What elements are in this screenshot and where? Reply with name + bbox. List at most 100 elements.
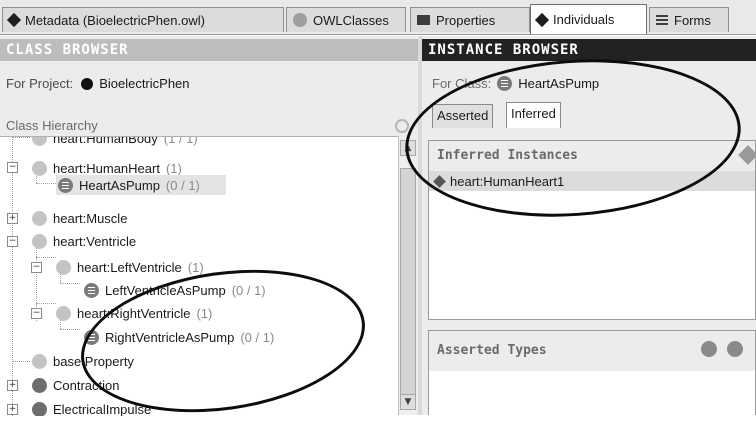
tree-guide xyxy=(36,303,56,304)
tree-guide xyxy=(36,183,56,184)
class-hierarchy-label: Class Hierarchy xyxy=(6,118,98,133)
class-icon xyxy=(32,210,47,226)
tab-owlclasses[interactable]: OWLClasses xyxy=(286,7,406,32)
tree-node-label: heart:HumanBody xyxy=(53,136,158,146)
tree-guide xyxy=(12,361,30,362)
tree-node-label: heart:Muscle xyxy=(53,210,128,226)
tree-node-label: HeartAsPump xyxy=(79,177,160,193)
defined-class-icon xyxy=(497,76,513,91)
tree-node[interactable]: heart:HumanBody (1 / 1) xyxy=(32,136,198,148)
tree-scrollbar[interactable]: ▲ ▼ xyxy=(398,136,417,415)
tree-node-count: (0 / 1) xyxy=(240,329,275,345)
individual-icon xyxy=(433,174,446,188)
defined-class-icon xyxy=(84,329,99,345)
tree-node-count: (1) xyxy=(196,305,213,321)
tree-node[interactable]: ElectricalImpulse xyxy=(32,399,151,416)
scroll-thumb[interactable] xyxy=(400,168,416,398)
tree-node[interactable]: LeftVentricleAsPump (0 / 1) xyxy=(84,280,266,300)
class-icon xyxy=(56,259,71,275)
tree-node-label: heart:HumanHeart xyxy=(53,160,160,176)
tree-node[interactable]: RightVentricleAsPump (0 / 1) xyxy=(84,327,274,347)
tab-label: OWLClasses xyxy=(313,12,389,28)
tab-individuals[interactable]: Individuals xyxy=(530,4,647,34)
tree-node[interactable]: base:Property xyxy=(32,351,134,371)
tree-node-label: base:Property xyxy=(53,353,134,369)
class-icon xyxy=(32,353,47,369)
tree-node[interactable]: heart:LeftVentricle (1) xyxy=(56,257,204,277)
tab-label: Metadata (BioelectricPhen.owl) xyxy=(25,12,205,28)
diamond-icon xyxy=(534,12,550,27)
tab-label: Properties xyxy=(436,12,496,28)
class-icon xyxy=(56,305,71,321)
tree-node[interactable]: heart:Ventricle xyxy=(32,231,136,251)
tree-node-label: heart:RightVentricle xyxy=(77,305,191,321)
class-tree[interactable]: heart:HumanBody (1 / 1) − heart:HumanHea… xyxy=(0,136,398,416)
class-icon xyxy=(32,137,47,146)
tree-node-label: heart:Ventricle xyxy=(53,233,137,249)
for-class-row: For Class: HeartAsPump xyxy=(432,76,599,91)
tree-node-count: (1) xyxy=(165,160,182,176)
tree-node-count: (0 / 1) xyxy=(231,282,266,298)
defined-class-icon xyxy=(58,177,73,193)
tab-label: Individuals xyxy=(553,12,615,27)
for-class-name: HeartAsPump xyxy=(518,76,600,91)
tree-guide xyxy=(12,137,13,416)
diamond-icon xyxy=(6,12,22,28)
instance-browser-title: INSTANCE BROWSER xyxy=(422,39,756,61)
class-icon xyxy=(32,160,47,176)
tree-guide xyxy=(12,137,30,138)
class-icon xyxy=(32,233,47,249)
tab-strip: Metadata (BioelectricPhen.owl) OWLClasse… xyxy=(0,0,756,35)
properties-icon xyxy=(417,15,430,25)
class-icon xyxy=(32,377,47,393)
tree-node[interactable]: Contraction xyxy=(32,375,119,395)
tab-metadata[interactable]: Metadata (BioelectricPhen.owl) xyxy=(2,7,284,32)
tree-node-label: Contraction xyxy=(53,377,120,393)
tree-guide xyxy=(60,329,80,330)
tree-node[interactable]: heart:RightVentricle (1) xyxy=(56,303,212,323)
project-row: For Project: BioelectricPhen xyxy=(6,76,190,91)
tree-node-count: (1 / 1) xyxy=(163,136,198,146)
defined-class-icon xyxy=(84,282,99,298)
scroll-down-button[interactable]: ▼ xyxy=(400,394,416,410)
inferred-instances-list[interactable]: Inferred Instances heart:HumanHeart1 xyxy=(428,140,756,320)
add-type-icon[interactable] xyxy=(701,341,717,357)
collapse-toggle[interactable]: − xyxy=(31,308,42,319)
forms-icon xyxy=(656,15,668,25)
tree-node-label: LeftVentricleAsPump xyxy=(105,282,226,298)
tab-asserted[interactable]: Asserted xyxy=(432,104,494,128)
tree-guide xyxy=(36,257,56,258)
expand-toggle[interactable]: + xyxy=(7,404,18,415)
project-icon xyxy=(81,77,94,90)
tree-node-count: (1) xyxy=(187,259,204,275)
collapse-toggle[interactable]: − xyxy=(31,262,42,273)
for-class-label: For Class: xyxy=(432,76,492,91)
tab-properties[interactable]: Properties xyxy=(410,7,530,32)
class-browser-title: CLASS BROWSER xyxy=(0,39,418,61)
expand-toggle[interactable]: + xyxy=(7,213,18,224)
class-icon xyxy=(32,401,47,416)
tab-forms[interactable]: Forms xyxy=(649,7,729,32)
tree-node-label: RightVentricleAsPump xyxy=(105,329,235,345)
inferred-instances-header: Inferred Instances xyxy=(429,141,755,171)
collapse-toggle[interactable]: − xyxy=(7,162,18,173)
tree-node-label: heart:LeftVentricle xyxy=(77,259,182,275)
project-name: BioelectricPhen xyxy=(99,76,190,91)
remove-type-icon[interactable] xyxy=(727,341,743,357)
tab-inferred[interactable]: Inferred xyxy=(506,102,561,128)
tree-node-selected[interactable]: HeartAsPump (0 / 1) xyxy=(58,175,200,195)
tab-label: Forms xyxy=(674,12,711,28)
project-label: For Project: xyxy=(6,76,74,91)
tree-node[interactable]: heart:Muscle xyxy=(32,208,127,228)
collapse-toggle[interactable]: − xyxy=(7,236,18,247)
tree-node-count: (0 / 1) xyxy=(165,177,200,193)
tree-guide xyxy=(60,283,80,284)
search-icon[interactable] xyxy=(395,119,409,133)
expand-toggle[interactable]: + xyxy=(7,380,18,391)
tree-node-label: ElectricalImpulse xyxy=(53,401,152,417)
instance-row[interactable]: heart:HumanHeart1 xyxy=(429,171,755,191)
class-icon xyxy=(293,13,307,27)
scroll-up-button[interactable]: ▲ xyxy=(400,140,416,156)
asserted-types-panel: Asserted Types xyxy=(428,330,756,415)
instance-label: heart:HumanHeart1 xyxy=(450,173,565,189)
